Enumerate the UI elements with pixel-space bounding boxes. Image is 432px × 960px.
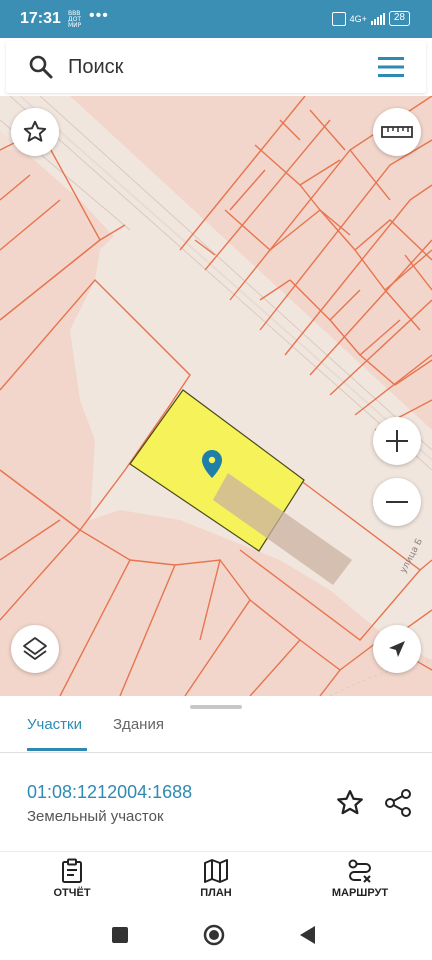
- plus-icon: [386, 430, 408, 452]
- parcel-number[interactable]: 01:08:1212004:1688: [27, 782, 192, 803]
- bottom-nav: ОТЧЁТ ПЛАН МАРШРУТ: [0, 851, 432, 911]
- share-icon[interactable]: [382, 787, 414, 819]
- map-view[interactable]: улица Б: [0, 96, 432, 696]
- minus-icon: [386, 501, 408, 503]
- nav-report[interactable]: ОТЧЁТ: [22, 858, 122, 899]
- zoom-out-button[interactable]: [373, 478, 421, 526]
- status-carrier: ВВВ ДОТ МИР: [68, 10, 82, 29]
- my-location-button[interactable]: [373, 625, 421, 673]
- back-icon[interactable]: [296, 923, 320, 947]
- nav-plan[interactable]: ПЛАН: [166, 858, 266, 899]
- cadastral-map[interactable]: [0, 96, 432, 696]
- home-icon[interactable]: [202, 923, 226, 947]
- search-bar: [6, 41, 426, 93]
- layers-icon: [23, 637, 47, 660]
- status-indicators: 4G+ 28: [331, 11, 410, 26]
- ruler-icon: [381, 126, 413, 138]
- navigation-arrow-icon: [389, 641, 405, 657]
- clipboard-icon: [62, 858, 82, 883]
- tab-parcels[interactable]: Участки: [27, 716, 82, 733]
- nav-route[interactable]: МАРШРУТ: [310, 858, 410, 899]
- nav-route-label: МАРШРУТ: [331, 887, 389, 899]
- search-icon[interactable]: [28, 54, 54, 80]
- system-nav-bar: [0, 911, 432, 960]
- tab-indicator: [27, 748, 87, 751]
- vibrate-icon: [331, 11, 346, 26]
- status-time: 17:31: [20, 10, 61, 27]
- parcel-sheet: Участки Здания 01:08:1212004:1688 Земель…: [0, 696, 432, 851]
- layers-button[interactable]: [11, 625, 59, 673]
- network-type: 4G+: [349, 13, 367, 24]
- parcel-type: Земельный участок: [27, 808, 164, 825]
- status-more-icon: •••: [89, 7, 109, 24]
- zoom-in-button[interactable]: [373, 417, 421, 465]
- star-icon[interactable]: [335, 788, 365, 818]
- nav-report-label: ОТЧЁТ: [53, 887, 91, 899]
- tabs-divider: [0, 752, 432, 753]
- star-outline-icon: [23, 120, 47, 142]
- favorite-button[interactable]: [11, 108, 59, 156]
- drag-handle[interactable]: [190, 705, 242, 709]
- nav-plan-label: ПЛАН: [200, 887, 232, 899]
- recent-apps-icon[interactable]: [108, 923, 132, 947]
- ruler-button[interactable]: [373, 108, 421, 156]
- battery-icon: 28: [388, 11, 410, 26]
- route-icon: [348, 859, 371, 883]
- signal-icon: [370, 12, 385, 25]
- map-icon: [204, 859, 228, 883]
- tab-buildings[interactable]: Здания: [113, 716, 164, 733]
- status-bar: 17:31 ВВВ ДОТ МИР ••• 4G+ 28: [0, 0, 432, 38]
- menu-icon[interactable]: [376, 54, 406, 80]
- search-input[interactable]: [68, 49, 368, 85]
